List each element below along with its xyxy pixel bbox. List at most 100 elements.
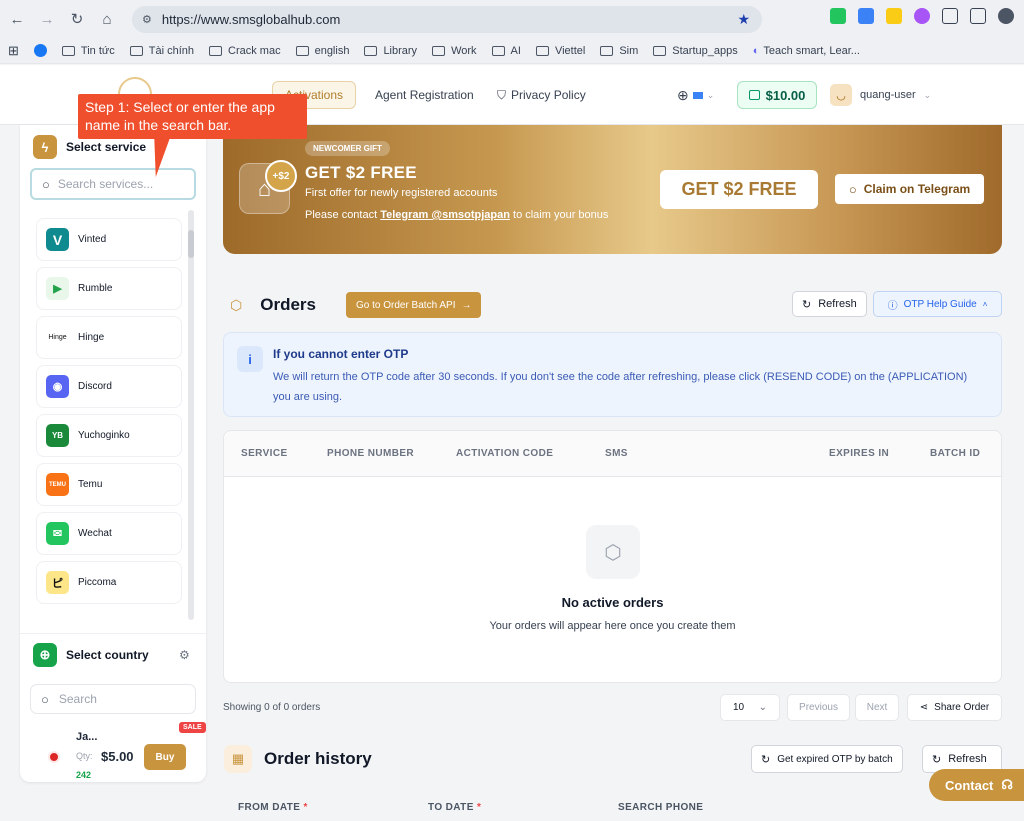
service-item-piccoma[interactable]: ピ Piccoma xyxy=(36,561,182,604)
user-menu[interactable]: ◡ quang-user ⌄ xyxy=(830,81,931,109)
search-icon: ○ xyxy=(42,176,50,192)
otp-info-box: i If you cannot enter OTP We will return… xyxy=(223,332,1002,417)
service-item-temu[interactable]: TEMU Temu xyxy=(36,463,182,506)
search-placeholder: Search xyxy=(58,692,97,706)
bookmark-item[interactable]: Work xyxy=(432,45,477,57)
forward-icon[interactable]: → xyxy=(34,6,60,32)
service-item-rumble[interactable]: ▶ Rumble xyxy=(36,267,182,310)
to-date-label: TO DATE * xyxy=(428,802,482,813)
country-item-japan[interactable]: SALE Ja... Qty: $5.00 242 Buy xyxy=(38,722,206,780)
bookmark-item[interactable]: Tài chính xyxy=(129,45,194,57)
bookmark-item[interactable]: Library xyxy=(364,45,417,57)
language-selector[interactable]: ⊕ ⌄ xyxy=(677,81,714,109)
home-icon[interactable]: ⌂ xyxy=(94,6,120,32)
bookmark-item[interactable]: AI xyxy=(491,45,521,57)
service-name: Vinted xyxy=(78,234,107,245)
bookmark-star-icon[interactable]: ★ xyxy=(737,11,750,28)
translate-icon[interactable] xyxy=(858,8,874,24)
help-icon: ⓘ xyxy=(887,300,898,312)
tab-agent-registration[interactable]: Agent Registration xyxy=(375,81,474,109)
calendar-icon: ▦ xyxy=(224,745,252,773)
bookmark-item[interactable]: english xyxy=(295,45,349,57)
get-expired-otp-button[interactable]: ↻ Get expired OTP by batch xyxy=(751,745,903,773)
tab-label: Privacy Policy xyxy=(511,88,586,102)
share-label: Share Order xyxy=(934,702,990,713)
shield-icon: ⛉ xyxy=(497,87,507,102)
bookmark-item[interactable]: Sim xyxy=(600,45,638,57)
vinted-logo: V xyxy=(46,228,69,251)
window-translate-icon[interactable] xyxy=(970,8,986,24)
orders-table: SERVICE PHONE NUMBER ACTIVATION CODE SMS… xyxy=(223,430,1002,683)
buy-button[interactable]: Buy xyxy=(144,744,186,770)
service-item-vinted[interactable]: V Vinted xyxy=(36,218,182,261)
apps-grid-icon[interactable]: ⊞ xyxy=(8,43,19,59)
flag-icon xyxy=(692,91,703,99)
search-phone-label: SEARCH PHONE xyxy=(618,802,704,813)
scroll-thumb[interactable] xyxy=(188,230,194,258)
ai-extension-icon[interactable] xyxy=(914,8,930,24)
next-button[interactable]: Next xyxy=(855,694,899,721)
puzzle-icon[interactable] xyxy=(942,8,958,24)
chevron-down-icon: ⌄ xyxy=(706,89,715,100)
contact-label: Contact xyxy=(945,777,994,793)
chevron-up-icon: ˄ xyxy=(982,299,988,309)
bookmark-item[interactable]: Tin tức xyxy=(61,45,115,57)
lightning-icon: ϟ xyxy=(33,135,57,159)
facebook-icon[interactable] xyxy=(33,44,47,57)
extension-icon[interactable] xyxy=(830,8,846,24)
gear-icon[interactable]: ⚙ xyxy=(179,648,190,662)
orders-refresh-button[interactable]: ↻ Refresh xyxy=(792,291,867,317)
folder-icon xyxy=(61,45,75,56)
service-name: Discord xyxy=(78,381,112,392)
country-search-input[interactable]: ○ Search xyxy=(30,684,196,714)
label-text: TO DATE xyxy=(428,802,474,813)
service-name: Hinge xyxy=(78,332,105,343)
teach-icon: ◐ xyxy=(752,44,760,57)
bookmark-item[interactable]: ◐ Teach smart, Lear... xyxy=(753,45,860,57)
otp-help-guide-button[interactable]: ⓘ OTP Help Guide ˄ xyxy=(873,291,1002,317)
table-header: SERVICE PHONE NUMBER ACTIVATION CODE SMS… xyxy=(224,431,1001,477)
chevron-down-icon: ⌄ xyxy=(923,89,932,100)
previous-button[interactable]: Previous xyxy=(787,694,850,721)
wallet-icon xyxy=(748,90,760,100)
piccoma-logo: ピ xyxy=(46,571,69,594)
wechat-logo: ✉ xyxy=(46,522,69,545)
page-size-select[interactable]: 10 ⌄ xyxy=(720,694,780,721)
back-icon[interactable]: ← xyxy=(4,6,30,32)
column-phone-number: PHONE NUMBER xyxy=(327,448,415,459)
service-item-hinge[interactable]: Hinge Hinge xyxy=(36,316,182,359)
contact-prefix: Please contact xyxy=(305,209,381,221)
service-item-discord[interactable]: ◉ Discord xyxy=(36,365,182,408)
empty-box-icon: ⬡ xyxy=(586,525,640,579)
service-scrollbar[interactable] xyxy=(188,210,194,620)
balance-badge[interactable]: $10.00 xyxy=(737,81,817,109)
service-item-wechat[interactable]: ✉ Wechat xyxy=(36,512,182,555)
telegram-link[interactable]: Telegram @smsotpjapan xyxy=(380,209,510,221)
profile-avatar[interactable] xyxy=(998,8,1014,24)
tab-privacy-policy[interactable]: ⛉ Privacy Policy xyxy=(497,81,586,109)
contact-button[interactable]: Contact ☊ xyxy=(929,769,1024,801)
folder-icon xyxy=(535,45,549,56)
get-free-button[interactable]: GET $2 FREE xyxy=(660,170,818,209)
extensions xyxy=(830,8,1014,24)
divider xyxy=(20,633,206,634)
username: quang-user xyxy=(860,89,916,101)
empty-subtitle: Your orders will appear here once you cr… xyxy=(489,620,736,632)
service-sidebar: ϟ Select service ○ Search services... V … xyxy=(20,125,206,782)
bookmark-item[interactable]: Crack mac xyxy=(209,45,281,57)
site-info-icon[interactable]: ⚙ xyxy=(142,13,152,26)
highlighter-icon[interactable] xyxy=(886,8,902,24)
info-title: If you cannot enter OTP xyxy=(273,347,409,361)
reload-icon[interactable]: ↻ xyxy=(64,6,90,32)
column-service: SERVICE xyxy=(241,448,288,459)
share-order-button[interactable]: ⋖ Share Order xyxy=(907,694,1002,721)
order-batch-api-button[interactable]: Go to Order Batch API → xyxy=(345,292,482,318)
refresh-label: Refresh xyxy=(948,753,987,765)
address-bar[interactable]: ⚙ https://www.smsglobalhub.com ★ xyxy=(132,6,762,33)
bookmark-item[interactable]: Viettel xyxy=(535,45,585,57)
service-search-input[interactable]: ○ Search services... xyxy=(30,168,196,200)
claim-telegram-button[interactable]: ○ Claim on Telegram xyxy=(835,174,984,204)
folder-icon xyxy=(364,45,378,56)
bookmark-item[interactable]: Startup_apps xyxy=(653,45,738,57)
service-item-yuchoginko[interactable]: YB Yuchoginko xyxy=(36,414,182,457)
